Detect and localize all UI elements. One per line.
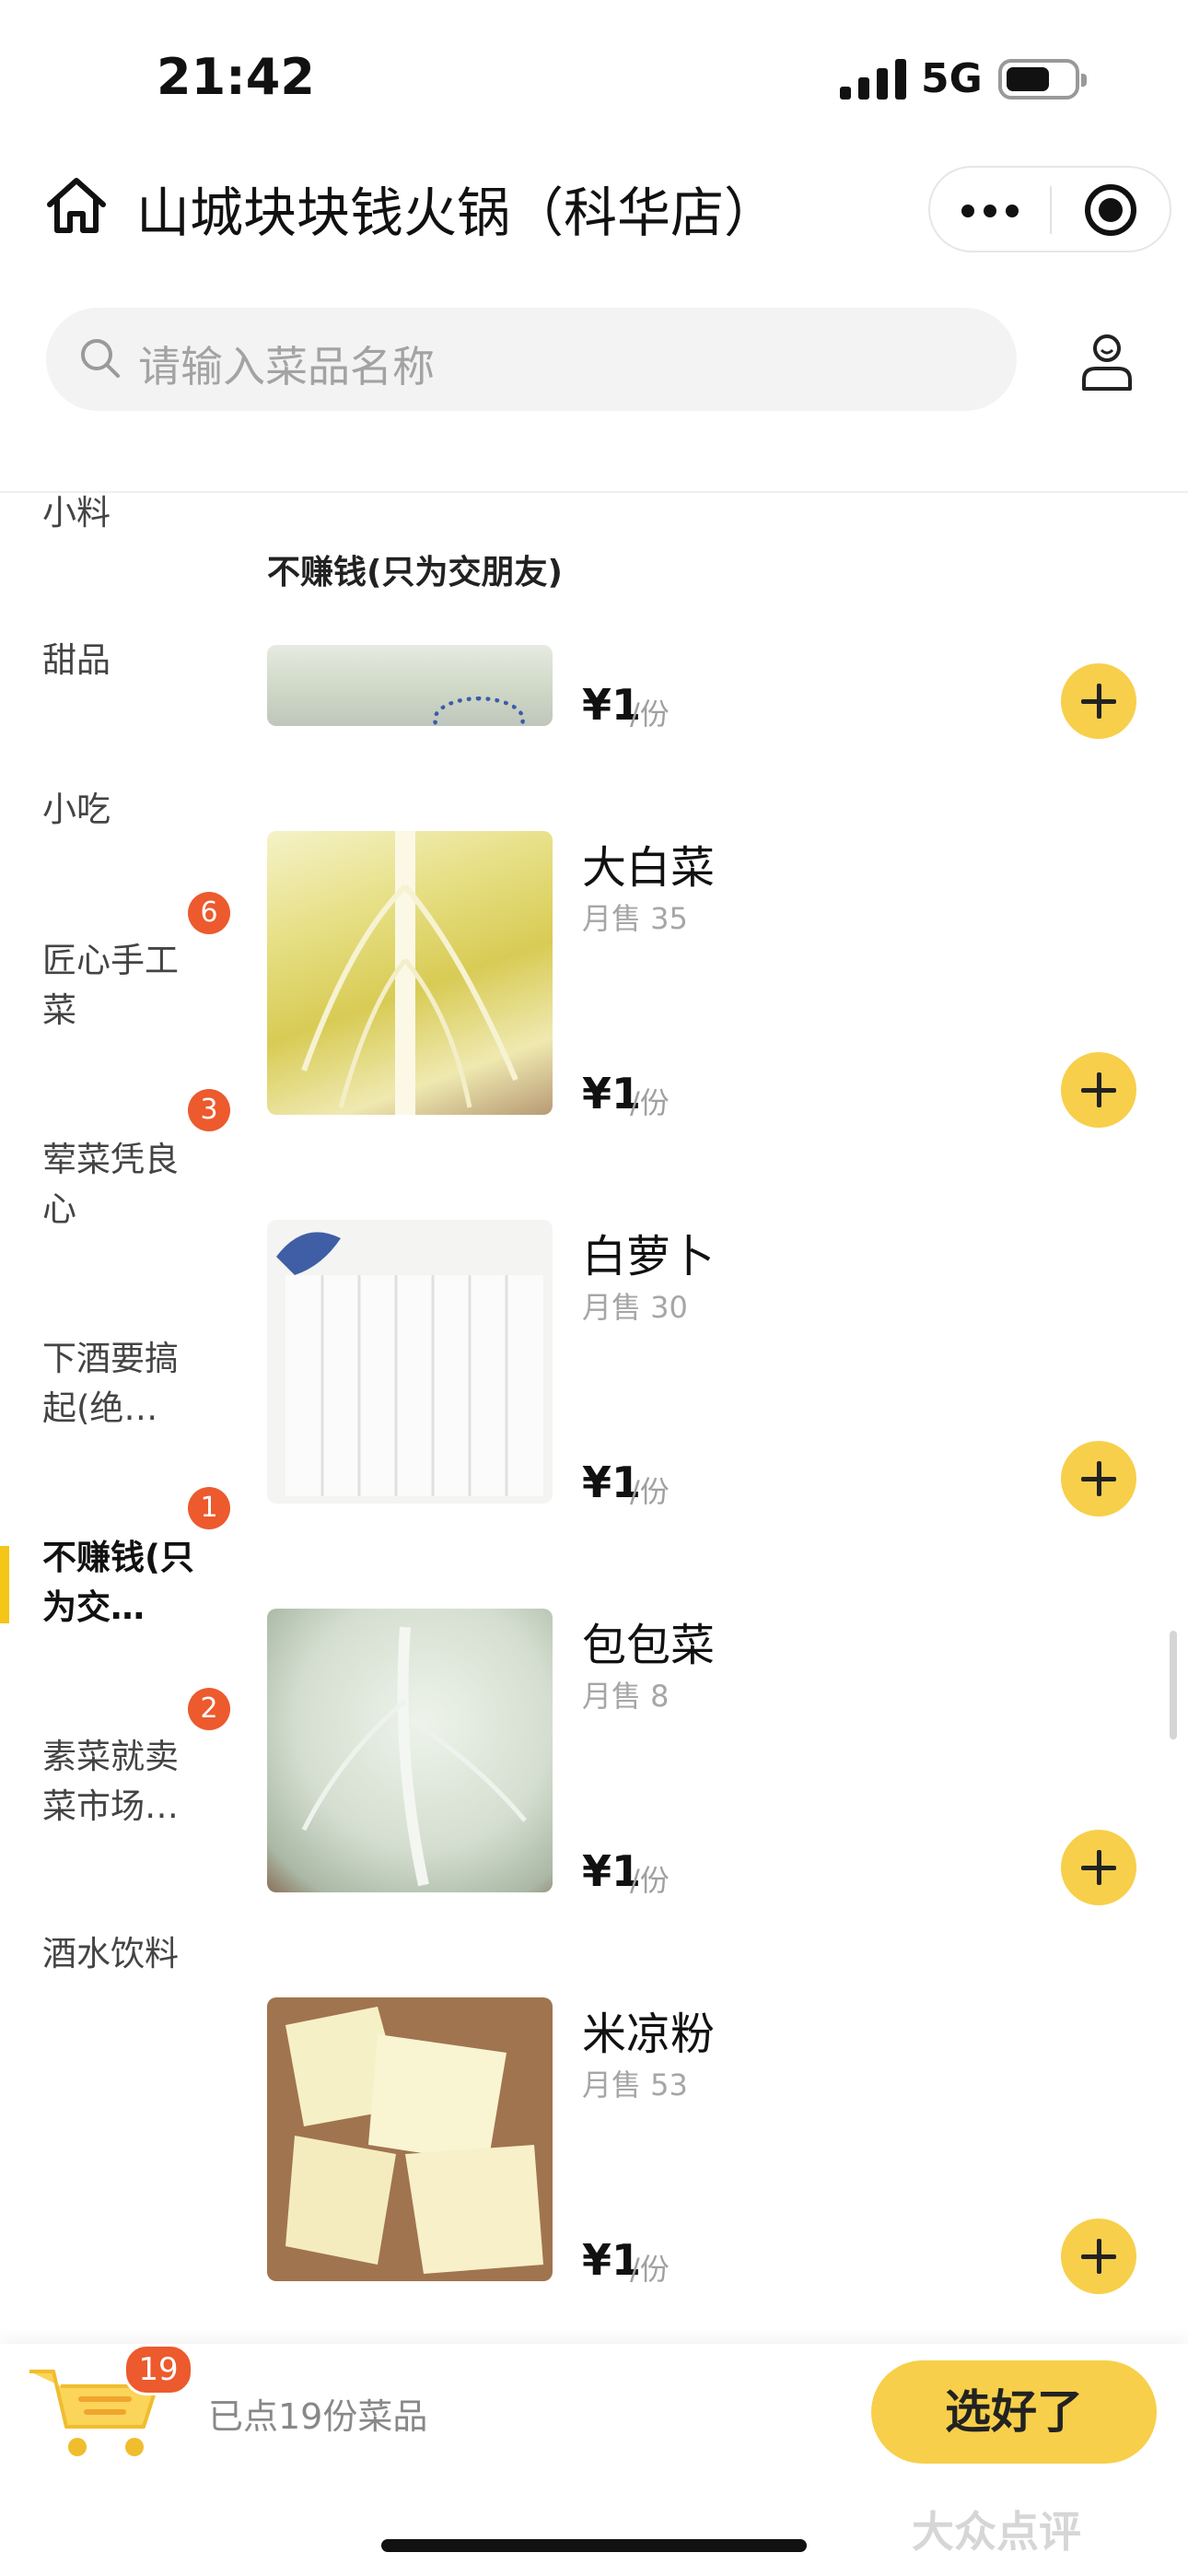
sidebar-item[interactable]: 匠心手工菜 xyxy=(42,936,199,1036)
more-dots-icon[interactable] xyxy=(961,193,1020,228)
sidebar-item[interactable]: 下酒要搞起(绝… xyxy=(42,1334,199,1434)
sidebar-item[interactable]: 甜品 xyxy=(42,636,199,685)
sidebar-item[interactable]: 素菜就卖菜市场… xyxy=(42,1732,199,1832)
confirm-order-button[interactable]: 选好了 xyxy=(871,2360,1157,2464)
add-to-cart-button[interactable] xyxy=(1061,663,1136,739)
user-icon[interactable] xyxy=(1079,332,1135,392)
mini-program-capsule xyxy=(928,166,1171,252)
sidebar-item[interactable]: 酒水饮料 xyxy=(42,1929,199,1979)
dish-unit: /份 xyxy=(630,1085,670,1120)
dish-image[interactable] xyxy=(267,1997,553,2281)
dish-name[interactable]: 米凉粉 xyxy=(582,1997,715,2062)
cart-count-badge: 19 xyxy=(123,2344,193,2395)
dish-monthly-sales: 月售 8 xyxy=(582,1679,670,1714)
dish-unit: /份 xyxy=(630,1863,670,1898)
dish-image[interactable] xyxy=(267,1220,553,1504)
search-placeholder: 请输入菜品名称 xyxy=(138,342,435,392)
sidebar-count-badge: 6 xyxy=(188,892,230,934)
scrollbar[interactable] xyxy=(1170,1631,1177,1739)
capsule-divider xyxy=(1050,186,1052,234)
sidebar-count-badge: 3 xyxy=(188,1089,230,1131)
home-icon[interactable] xyxy=(42,171,111,240)
store-title: 山城块块钱火锅（科华店） xyxy=(136,181,778,244)
add-to-cart-button[interactable] xyxy=(1061,1830,1136,1905)
dish-name[interactable]: 大白菜 xyxy=(582,831,715,896)
dish-image[interactable] xyxy=(267,1609,553,1892)
category-title: 不赚钱(只为交朋友) xyxy=(267,554,563,591)
sidebar-count-badge: 1 xyxy=(188,1487,230,1529)
add-to-cart-button[interactable] xyxy=(1061,2219,1136,2294)
dish-monthly-sales: 月售 53 xyxy=(582,2067,688,2102)
sidebar-item[interactable]: 不赚钱(只为交… xyxy=(42,1533,199,1633)
search-icon xyxy=(81,339,120,378)
cart-summary: 已点19份菜品 xyxy=(208,2396,428,2437)
dish-name[interactable]: 白萝卜 xyxy=(582,1220,715,1284)
dish-unit: /份 xyxy=(630,1474,670,1509)
watermark: 大众点评 xyxy=(912,2507,1081,2557)
signal-icon xyxy=(840,59,906,100)
search-input[interactable]: 请输入菜品名称 xyxy=(46,308,1017,411)
battery-icon xyxy=(998,59,1087,100)
add-to-cart-button[interactable] xyxy=(1061,1052,1136,1128)
dish-monthly-sales: 月售 30 xyxy=(582,1290,688,1325)
sidebar-active-indicator xyxy=(0,1546,9,1623)
dish-monthly-sales: 月售 35 xyxy=(582,901,688,936)
status-time: 21:42 xyxy=(157,48,315,106)
dish-image[interactable] xyxy=(267,645,553,726)
add-to-cart-button[interactable] xyxy=(1061,1441,1136,1516)
sidebar-item[interactable]: 小料 xyxy=(42,488,199,538)
target-icon[interactable] xyxy=(1085,184,1136,236)
dish-unit: /份 xyxy=(630,697,670,732)
dish-name[interactable]: 包包菜 xyxy=(582,1609,715,1673)
home-indicator[interactable] xyxy=(381,2539,807,2552)
dish-unit: /份 xyxy=(630,2252,670,2287)
network-label: 5G xyxy=(921,55,983,102)
sidebar-count-badge: 2 xyxy=(188,1688,230,1730)
sidebar-item[interactable]: 荤菜凭良心 xyxy=(42,1135,199,1235)
dish-image[interactable] xyxy=(267,831,553,1115)
sidebar-item[interactable]: 小吃 xyxy=(42,785,199,835)
